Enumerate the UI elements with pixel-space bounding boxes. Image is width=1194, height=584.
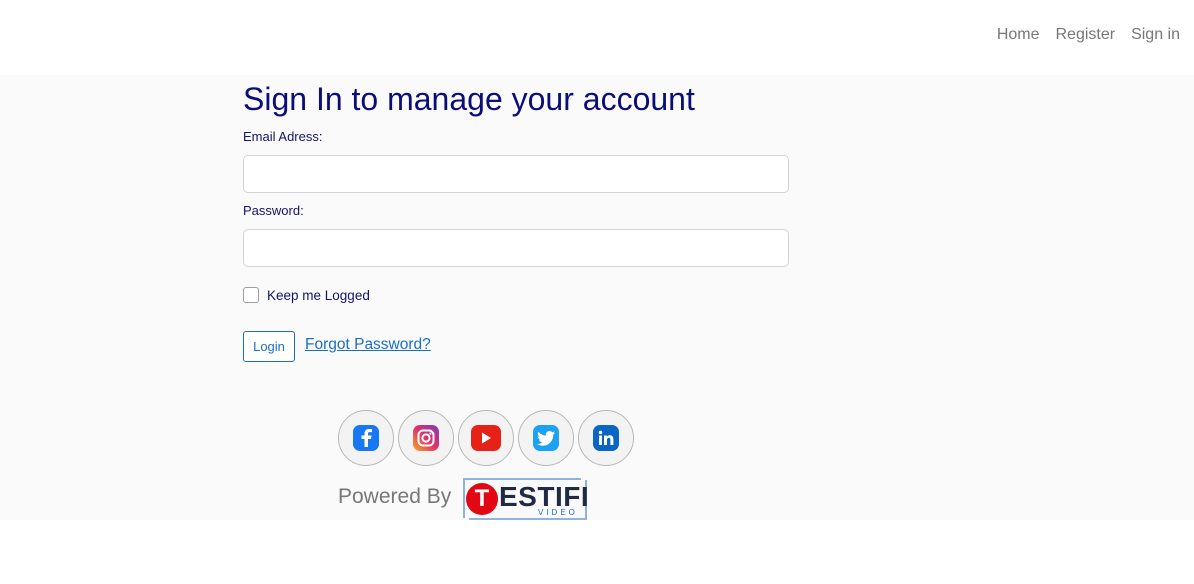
testifi-logo: T ESTIFI VIDEO	[463, 478, 589, 520]
page-title: Sign In to manage your account	[243, 81, 695, 117]
email-label: Email Adress:	[243, 129, 323, 144]
keep-logged-label[interactable]: Keep me Logged	[267, 288, 370, 303]
main-content: Sign In to manage your account Email Adr…	[0, 75, 1194, 520]
facebook-button[interactable]	[338, 410, 394, 466]
powered-by-text: Powered By	[338, 485, 452, 508]
password-label: Password:	[243, 203, 304, 218]
social-links	[338, 410, 634, 466]
youtube-button[interactable]	[458, 410, 514, 466]
logo-subtext: VIDEO	[538, 508, 578, 517]
email-field[interactable]	[243, 155, 789, 193]
youtube-icon	[471, 425, 501, 451]
logo-initial: T	[466, 483, 498, 515]
top-navbar: Home Register Sign in	[0, 0, 1194, 75]
forgot-password-link[interactable]: Forgot Password?	[305, 336, 431, 354]
twitter-button[interactable]	[518, 410, 574, 466]
instagram-button[interactable]	[398, 410, 454, 466]
keep-logged-checkbox[interactable]	[243, 287, 259, 303]
password-field[interactable]	[243, 229, 789, 267]
login-button[interactable]: Login	[243, 331, 295, 362]
linkedin-icon	[593, 425, 619, 451]
twitter-icon	[533, 425, 559, 451]
nav-links: Home Register Sign in	[997, 24, 1180, 46]
nav-home-link[interactable]: Home	[997, 24, 1040, 46]
keep-logged-row: Keep me Logged	[243, 287, 370, 303]
nav-register-link[interactable]: Register	[1056, 24, 1116, 46]
linkedin-button[interactable]	[578, 410, 634, 466]
nav-signin-link[interactable]: Sign in	[1131, 24, 1180, 46]
facebook-icon	[353, 425, 379, 451]
instagram-icon	[413, 425, 439, 451]
